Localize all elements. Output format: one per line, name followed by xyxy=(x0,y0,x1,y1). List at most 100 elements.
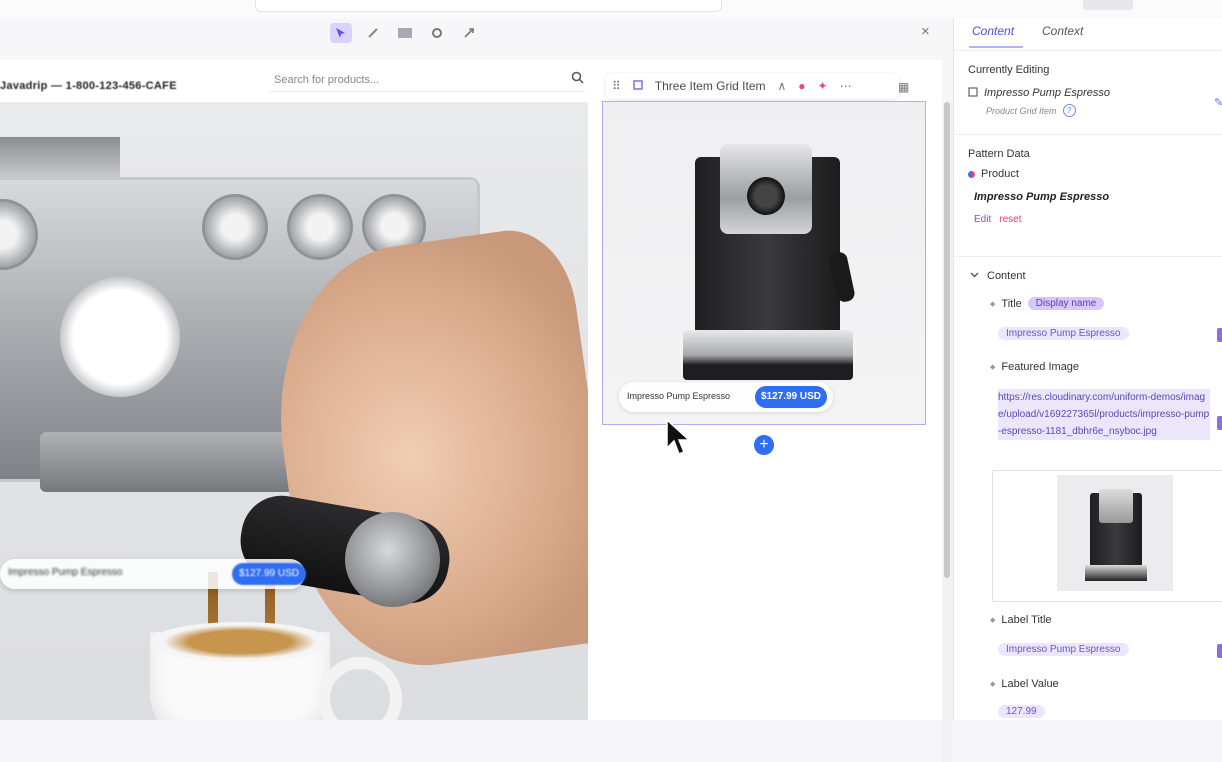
hero-portafilter-knob xyxy=(345,512,440,607)
featured-image-url-field[interactable]: https://res.cloudinary.com/uniform-demos… xyxy=(992,389,1222,459)
edit-link[interactable]: Edit xyxy=(974,214,991,225)
scrollbar-thumb[interactable] xyxy=(944,102,950,578)
product-caption[interactable]: Impresso Pump Espresso $127.99 USD xyxy=(619,382,833,412)
product-price-badge[interactable]: $127.99 USD xyxy=(755,386,827,408)
hero-dial xyxy=(290,197,350,257)
product-grid-item[interactable]: Impresso Pump Espresso $127.99 USD xyxy=(602,101,926,425)
more-options-icon[interactable]: ⋯ xyxy=(834,79,858,93)
close-icon[interactable]: × xyxy=(921,23,930,40)
app-top-bar xyxy=(0,0,1222,19)
field-diamond-icon: ◆ xyxy=(990,364,996,371)
field-binding-marker xyxy=(1217,328,1222,342)
pattern-product-name: Impresso Pump Espresso xyxy=(974,191,1110,203)
record-icon[interactable]: ● xyxy=(792,79,811,93)
featured-image-field-label: ◆ Featured Image xyxy=(990,361,1079,373)
divider xyxy=(954,256,1222,257)
pattern-data-source: Product xyxy=(968,168,1019,180)
title-field-label: ◆ Title Display name xyxy=(990,297,1105,310)
site-contact-text: Javadrip — 1-800-123-456-CAFE xyxy=(0,80,177,92)
top-action-button[interactable] xyxy=(1083,0,1133,10)
mouse-cursor-icon xyxy=(666,418,691,455)
personalize-icon[interactable]: ✦ xyxy=(812,79,834,93)
content-section-label: Content xyxy=(987,270,1026,282)
thumbnail-machine-face xyxy=(1099,489,1133,523)
current-item[interactable]: Impresso Pump Espresso xyxy=(968,87,1110,100)
content-section-toggle[interactable]: Content xyxy=(970,270,1026,282)
canvas-scrollbar[interactable] xyxy=(942,102,953,762)
component-icon xyxy=(968,87,978,100)
field-diamond-icon: ◆ xyxy=(990,300,996,308)
product-source-icon xyxy=(968,170,975,178)
site-search-placeholder: Search for products... xyxy=(274,74,380,86)
help-icon[interactable]: ? xyxy=(1062,104,1076,117)
current-item-type: Product Grid Item xyxy=(986,105,1057,116)
component-overflow-icon[interactable]: ▦ xyxy=(898,80,909,94)
label-title-field-label: ◆ Label Title xyxy=(990,614,1052,626)
preview-canvas: Javadrip — 1-800-123-456-CAFE Search for… xyxy=(0,60,953,762)
editor-toolbar xyxy=(330,22,480,44)
add-component-button[interactable]: + xyxy=(754,435,774,455)
label-title-label: Label Title xyxy=(1001,614,1052,626)
move-up-icon[interactable]: ∧ xyxy=(772,79,793,93)
display-name-chip[interactable]: Display name xyxy=(1027,297,1105,310)
label-title-value: Impresso Pump Espresso xyxy=(998,643,1129,656)
expand-icon[interactable] xyxy=(458,23,480,43)
product-name: Impresso Pump Espresso xyxy=(627,391,731,401)
hero-cup-coffee xyxy=(150,622,330,662)
thumbnail-machine-tray xyxy=(1085,565,1147,581)
hero-cup-handle xyxy=(318,657,402,720)
site-search-input[interactable]: Search for products... xyxy=(268,71,586,92)
hero-product-name: Impresso Pump Espresso xyxy=(8,567,123,578)
divider xyxy=(954,134,1222,135)
hero-image[interactable]: Impresso Pump Espresso $127.99 USD xyxy=(0,102,588,720)
field-binding-marker xyxy=(1217,644,1222,658)
pattern-data-label: Pattern Data xyxy=(968,148,1030,160)
label-value-label: Label Value xyxy=(1001,678,1059,690)
title-value-field[interactable]: Impresso Pump Espresso xyxy=(992,324,1222,346)
reset-link[interactable]: reset xyxy=(999,214,1021,225)
field-diamond-icon: ◆ xyxy=(990,681,996,688)
active-tab-indicator xyxy=(969,46,1023,48)
edit-pencil-icon[interactable]: ✎ xyxy=(1214,96,1222,109)
settings-icon[interactable] xyxy=(426,23,448,43)
component-icon xyxy=(627,79,649,93)
top-search-field[interactable] xyxy=(255,0,722,12)
component-toolbar: ⠿ Three Item Grid Item ∧ ● ✦ ⋯ xyxy=(606,73,899,99)
product-image-tray xyxy=(683,330,853,380)
current-item-type-row: Product Grid Item ? xyxy=(986,104,1076,117)
title-value: Impresso Pump Espresso xyxy=(998,327,1129,340)
hero-machine-part xyxy=(0,137,120,177)
featured-image-url: https://res.cloudinary.com/uniform-demos… xyxy=(998,389,1210,440)
title-label: Title xyxy=(1001,297,1022,310)
hero-pressure-gauge xyxy=(60,277,180,397)
drag-handle-icon[interactable]: ⠿ xyxy=(606,79,627,93)
pattern-data-source-label: Product xyxy=(981,168,1019,180)
three-item-grid: ⠿ Three Item Grid Item ∧ ● ✦ ⋯ ▦ Impress… xyxy=(590,60,942,720)
label-value-field[interactable]: 127.99 xyxy=(992,704,1222,720)
hero-product-caption[interactable]: Impresso Pump Espresso $127.99 USD xyxy=(0,559,306,589)
search-icon[interactable] xyxy=(571,71,584,87)
tab-content[interactable]: Content xyxy=(972,24,1014,38)
chevron-down-icon[interactable] xyxy=(970,270,979,282)
preview-icon[interactable] xyxy=(394,23,416,43)
label-value-field-label: ◆ Label Value xyxy=(990,678,1059,690)
product-thumbnail xyxy=(1057,475,1173,591)
select-icon[interactable] xyxy=(330,23,352,43)
field-binding-marker xyxy=(1217,416,1222,430)
component-name: Three Item Grid Item xyxy=(654,79,766,93)
label-value-value: 127.99 xyxy=(998,705,1045,718)
link-icon[interactable] xyxy=(362,23,384,43)
hero-price-badge[interactable]: $127.99 USD xyxy=(232,563,306,585)
featured-image-preview[interactable] xyxy=(992,470,1222,602)
pattern-data-actions: Edit reset xyxy=(974,214,1021,225)
properties-panel: Content Context Currently Editing Impres… xyxy=(953,18,1222,720)
visual-editor: × Javadrip — 1-800-123-456-CAFE Search f… xyxy=(0,18,953,762)
featured-image-label: Featured Image xyxy=(1001,361,1080,373)
tab-context[interactable]: Context xyxy=(1042,24,1083,38)
panel-tabs: Content Context xyxy=(954,18,1222,51)
currently-editing-label: Currently Editing xyxy=(968,64,1050,76)
hero-dial xyxy=(205,197,265,257)
label-title-value-field[interactable]: Impresso Pump Espresso xyxy=(992,640,1222,662)
product-image-dial xyxy=(747,177,785,215)
field-diamond-icon: ◆ xyxy=(990,617,996,624)
